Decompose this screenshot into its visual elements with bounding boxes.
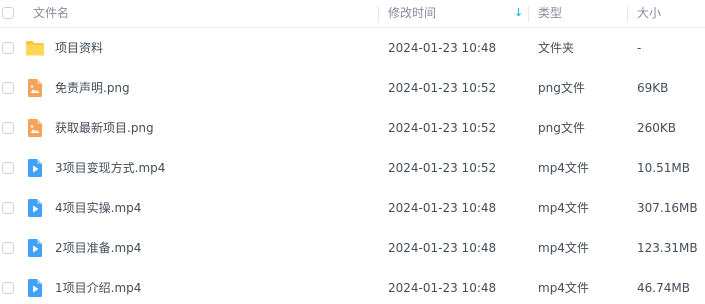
file-size: 260KB — [637, 121, 677, 135]
file-mtime: 2024-01-23 10:48 — [388, 281, 497, 295]
file-name[interactable]: 项目资料 — [55, 28, 103, 68]
file-type: png文件 — [538, 121, 585, 135]
image-file-icon — [25, 78, 45, 98]
video-file-icon — [25, 158, 45, 178]
row-checkbox[interactable] — [2, 122, 14, 134]
row-checkbox[interactable] — [2, 282, 14, 294]
row-checkbox[interactable] — [2, 162, 14, 174]
file-name[interactable]: 免责声明.png — [55, 68, 130, 108]
file-row[interactable]: 4项目实操.mp4 2024-01-23 10:48 mp4文件 307.16M… — [0, 188, 705, 228]
file-name[interactable]: 获取最新项目.png — [55, 108, 154, 148]
file-mtime: 2024-01-23 10:52 — [388, 161, 497, 175]
file-size: 307.16MB — [637, 201, 698, 215]
file-row[interactable]: 获取最新项目.png 2024-01-23 10:52 png文件 260KB — [0, 108, 705, 148]
file-row[interactable]: 免责声明.png 2024-01-23 10:52 png文件 69KB — [0, 68, 705, 108]
file-mtime: 2024-01-23 10:52 — [388, 121, 497, 135]
file-type: mp4文件 — [538, 281, 589, 295]
video-file-icon — [25, 278, 45, 298]
column-divider — [528, 6, 529, 22]
row-checkbox[interactable] — [2, 242, 14, 254]
file-type: png文件 — [538, 81, 585, 95]
file-type: mp4文件 — [538, 241, 589, 255]
column-divider — [627, 6, 628, 22]
file-mtime: 2024-01-23 10:48 — [388, 241, 497, 255]
file-mtime: 2024-01-23 10:48 — [388, 41, 497, 55]
file-row[interactable]: 项目资料 2024-01-23 10:48 文件夹 - — [0, 28, 705, 68]
file-size: 10.51MB — [637, 161, 690, 175]
file-name[interactable]: 2项目准备.mp4 — [55, 228, 141, 268]
row-checkbox[interactable] — [2, 42, 14, 54]
file-list: 文件名 修改时间 ↓ 类型 大小 项目资料 2024-01-23 10:48 文… — [0, 0, 705, 304]
video-file-icon — [25, 238, 45, 258]
image-file-icon — [25, 118, 45, 138]
select-all-checkbox[interactable] — [2, 7, 14, 19]
file-type: 文件夹 — [538, 41, 575, 55]
file-type: mp4文件 — [538, 161, 589, 175]
file-size: 123.31MB — [637, 241, 698, 255]
column-header-type[interactable]: 类型 — [538, 0, 562, 27]
column-divider — [378, 6, 379, 22]
select-all-cell — [0, 0, 20, 27]
column-header-mtime[interactable]: 修改时间 — [388, 0, 436, 27]
row-checkbox[interactable] — [2, 202, 14, 214]
file-row[interactable]: 3项目变现方式.mp4 2024-01-23 10:52 mp4文件 10.51… — [0, 148, 705, 188]
file-size: 46.74MB — [637, 281, 690, 295]
file-size: - — [637, 41, 642, 55]
file-row[interactable]: 2项目准备.mp4 2024-01-23 10:48 mp4文件 123.31M… — [0, 228, 705, 268]
folder-icon — [25, 38, 45, 58]
file-row[interactable]: 1项目介绍.mp4 2024-01-23 10:48 mp4文件 46.74MB — [0, 268, 705, 304]
file-name[interactable]: 4项目实操.mp4 — [55, 188, 141, 228]
file-mtime: 2024-01-23 10:48 — [388, 201, 497, 215]
row-checkbox[interactable] — [2, 82, 14, 94]
file-mtime: 2024-01-23 10:52 — [388, 81, 497, 95]
file-name[interactable]: 3项目变现方式.mp4 — [55, 148, 165, 188]
sort-descending-icon[interactable]: ↓ — [514, 0, 523, 27]
file-name[interactable]: 1项目介绍.mp4 — [55, 268, 141, 304]
file-list-header: 文件名 修改时间 ↓ 类型 大小 — [0, 0, 705, 28]
video-file-icon — [25, 198, 45, 218]
file-type: mp4文件 — [538, 201, 589, 215]
column-header-size[interactable]: 大小 — [637, 0, 661, 27]
file-size: 69KB — [637, 81, 669, 95]
column-header-name[interactable]: 文件名 — [33, 0, 69, 27]
